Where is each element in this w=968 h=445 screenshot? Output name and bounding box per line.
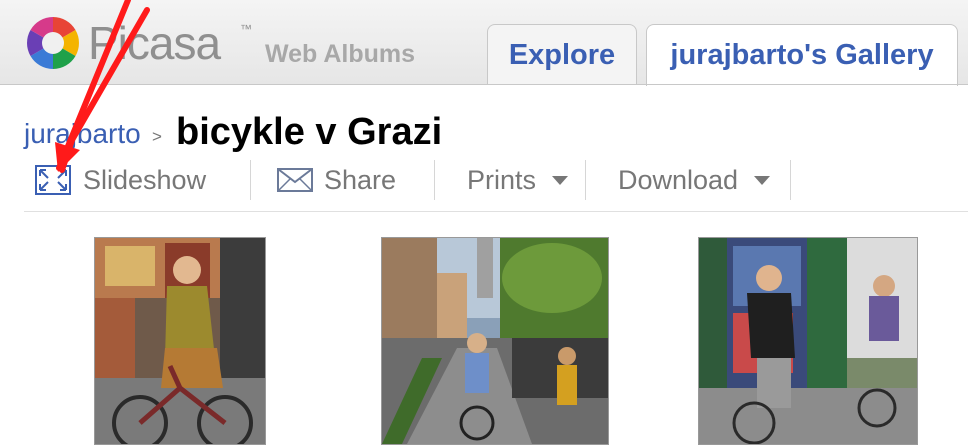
photo-bike-lane-street — [382, 238, 608, 444]
brand-name: Picasa — [88, 17, 221, 69]
dropdown-caret-icon — [552, 175, 569, 185]
envelope-icon — [277, 168, 313, 192]
brand-trademark: ™ — [240, 22, 252, 36]
slideshow-label: Slideshow — [83, 164, 207, 195]
album-toolbar: Slideshow Share Prints Download — [24, 158, 968, 202]
share-label: Share — [324, 164, 397, 195]
tab-my-gallery[interactable]: jurajbarto's Gallery — [646, 24, 958, 86]
photo-thumbnail[interactable] — [94, 237, 266, 445]
fullscreen-icon — [35, 165, 71, 195]
photo-thumbnail[interactable] — [381, 237, 609, 445]
toolbar-divider — [434, 160, 435, 200]
picasa-logo-icon[interactable] — [24, 14, 82, 72]
prints-menu-button[interactable]: Prints — [467, 158, 569, 202]
brand-subtitle: Web Albums — [265, 40, 416, 68]
photo-men-walking-bikes — [699, 238, 917, 444]
share-button[interactable]: Share — [276, 158, 396, 202]
app-header: Picasa ™ Web Albums Explore jurajbarto's… — [0, 0, 968, 86]
slideshow-button[interactable]: Slideshow — [34, 158, 206, 202]
breadcrumb-user-link[interactable]: jurajbarto — [24, 118, 141, 150]
prints-label: Prints — [467, 164, 537, 195]
toolbar-divider — [790, 160, 791, 200]
toolbar-divider — [585, 160, 586, 200]
tab-explore[interactable]: Explore — [487, 24, 637, 85]
download-menu-button[interactable]: Download — [618, 158, 771, 202]
toolbar-rule — [24, 211, 968, 212]
header-divider — [0, 84, 968, 85]
toolbar-divider — [250, 160, 251, 200]
download-label: Download — [618, 164, 739, 195]
breadcrumb-separator: > — [152, 127, 162, 146]
dropdown-caret-icon — [754, 175, 771, 185]
photo-thumbnail[interactable] — [698, 237, 918, 445]
photo-woman-cyclist-market — [95, 238, 265, 444]
album-title: bicykle v Grazi — [176, 111, 443, 153]
